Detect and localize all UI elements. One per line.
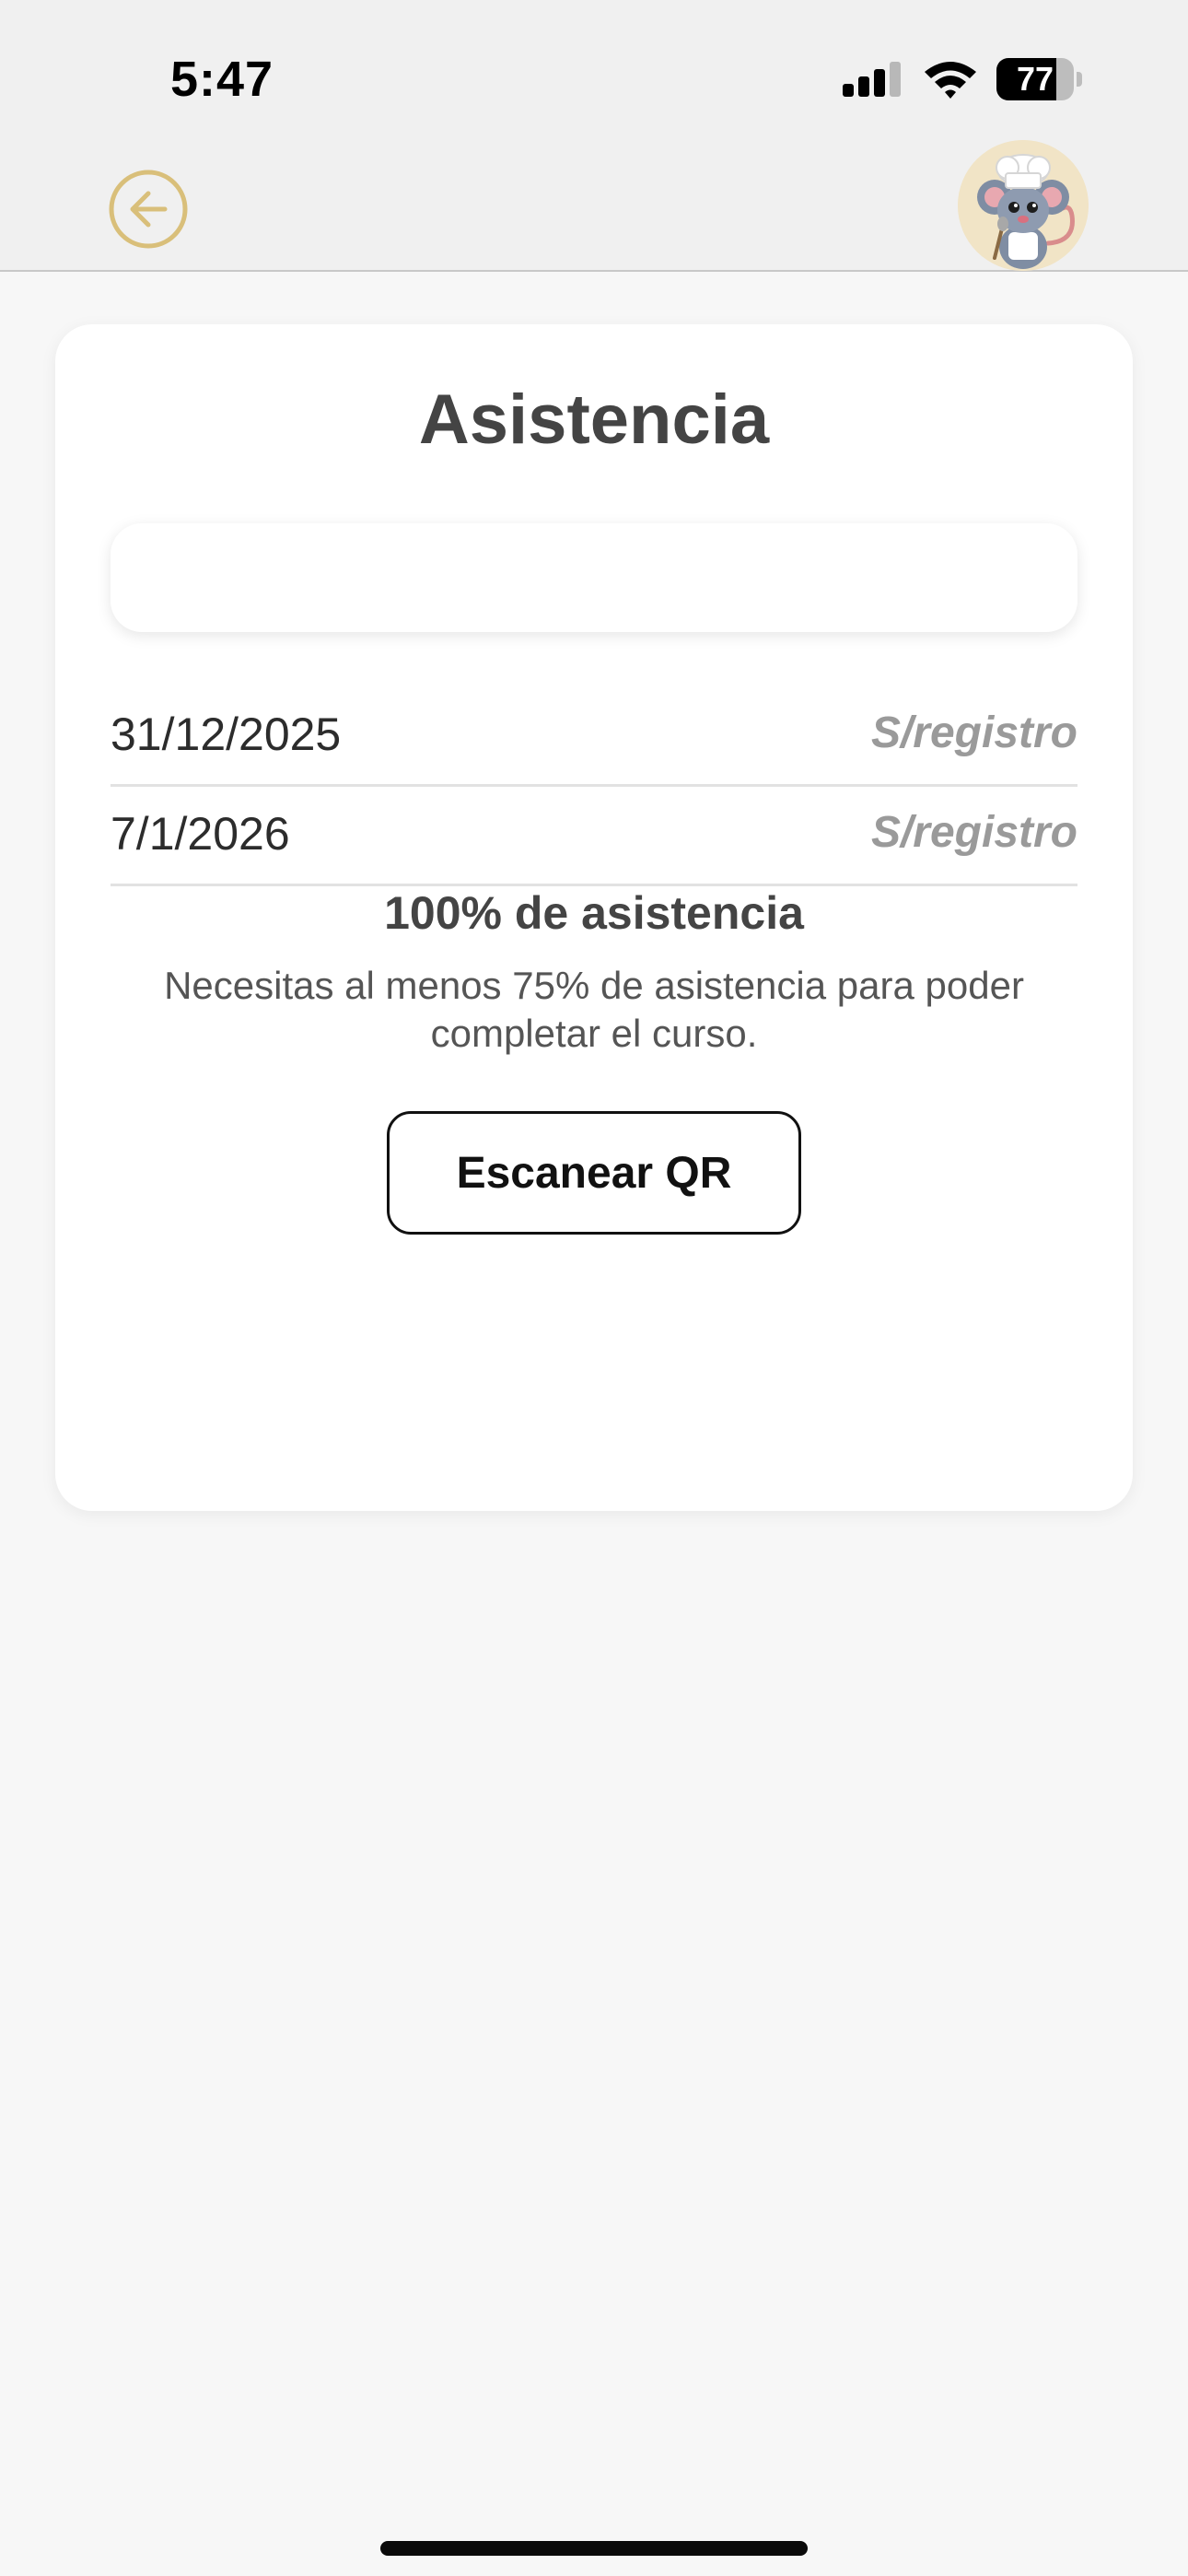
status-time: 5:47 [170,52,274,107]
scan-qr-button[interactable]: Escanear QR [387,1111,801,1235]
attendance-row: 7/1/2026 S/registro [111,787,1077,886]
attendance-status: S/registro [870,708,1077,757]
chef-mouse-avatar [958,140,1089,271]
back-button[interactable] [108,169,189,250]
attendance-status: S/registro [870,808,1077,857]
attendance-percent: 100% de asistencia [384,887,804,939]
wifi-icon [925,62,976,99]
status-bar: 5:47 77 [0,0,1188,147]
top-area: 5:47 77 [0,0,1188,272]
battery-tip [1077,72,1082,87]
attendance-requirement-note: Necesitas al menos 75% de asistencia par… [164,964,1024,1055]
attendance-date: 7/1/2026 [111,808,290,860]
battery-body: 77 [996,58,1074,100]
battery-percent: 77 [1016,60,1054,98]
arrow-left-circle-icon [109,170,188,249]
attendance-date: 31/12/2025 [111,708,342,760]
page-title: Asistencia [418,381,770,459]
avatar[interactable] [958,140,1089,271]
battery-icon: 77 [996,58,1085,100]
home-indicator[interactable] [380,2541,808,2556]
attendance-card: Asistencia 31/12/2025 S/registro 7/1/202… [55,324,1133,1511]
cellular-signal-icon [843,62,901,97]
attendance-row: 31/12/2025 S/registro [111,687,1077,787]
search-input[interactable] [111,523,1077,632]
